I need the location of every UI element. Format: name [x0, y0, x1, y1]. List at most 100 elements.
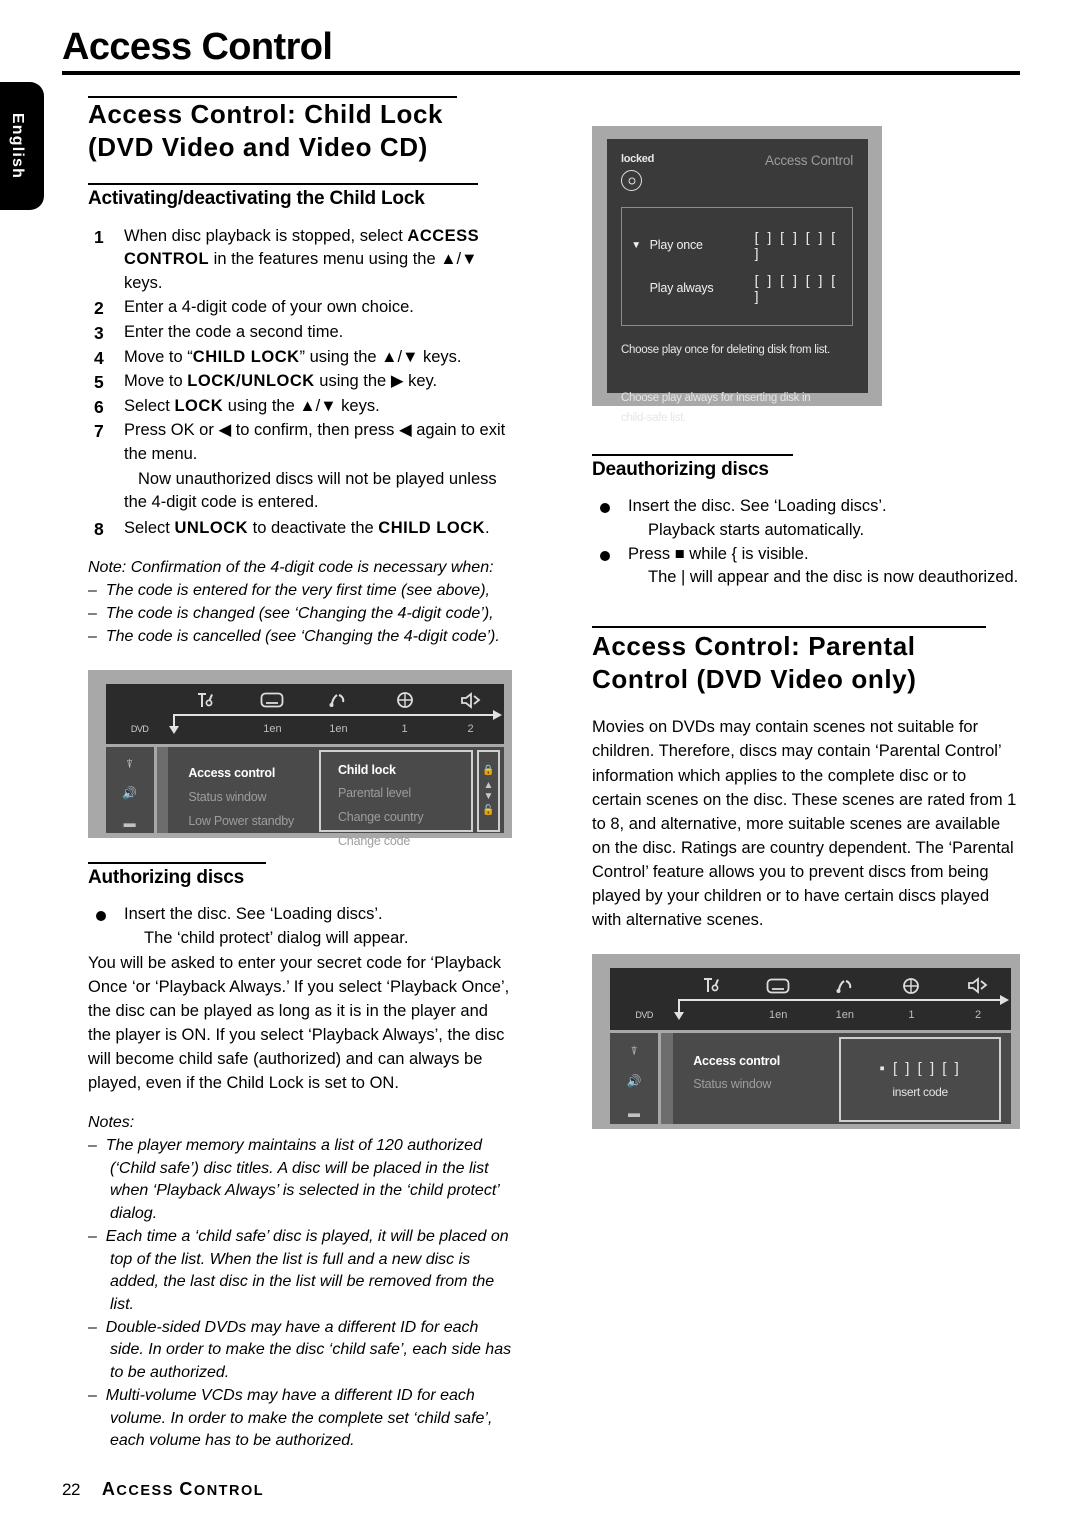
play-once-code-field[interactable]: [ ] [ ] [ ] [ ] — [755, 229, 843, 261]
child-protect-dialog-screenshot: locked Access Control ▼ Play once [ ] [ … — [592, 126, 882, 424]
step-item: Move to “CHILD LOCK” using the ▲/▼ keys. — [94, 346, 462, 371]
confirmation-note-item: The code is changed (see ‘Changing the 4… — [88, 603, 512, 626]
menu-value: 1 — [401, 723, 408, 736]
insert-code-label: insert code — [892, 1085, 948, 1100]
menu-value: 1en — [769, 1009, 788, 1022]
setup-menu-screenshot: DVD 1en 1en 1 2 ⍒ 🔊 ▬ Access control Status w… — [88, 670, 512, 848]
child-lock-heading: Access Control: Child Lock (DVD Video an… — [88, 98, 512, 163]
authorizing-notes: Notes: The player memory maintains a lis… — [88, 1112, 512, 1453]
left-column: Access Control: Child Lock (DVD Video an… — [88, 96, 512, 1453]
authorizing-subsection: Authorizing discs — [88, 862, 512, 891]
confirmation-note-item: The code is entered for the very first t… — [88, 580, 512, 603]
deauthorizing-bullet-two: Press ■ while { is visible. — [592, 543, 1020, 567]
child-lock-heading-line1: Access Control: Child Lock — [88, 99, 444, 129]
setup-menu-middle-pane: Access control Status window Low Power sta… — [168, 746, 504, 848]
authorizing-notes-heading: Notes: — [88, 1114, 135, 1132]
menu-item[interactable]: Child lock — [338, 759, 471, 783]
disc-type-cell — [106, 686, 174, 715]
pane-divider — [156, 746, 169, 834]
code-menu-middle-pane: Access control Status window ▪ [ ] [ ] [ … — [673, 1033, 1012, 1124]
step-item: Enter the code a second time. — [94, 321, 344, 346]
menu-value: 2 — [975, 1009, 982, 1022]
play-always-label: Play always — [649, 281, 714, 296]
deauthorizing-bullet-one: Insert the disc. See ‘Loading discs’. — [592, 495, 1020, 519]
page-title: Access Control — [62, 26, 333, 68]
playback-option-row[interactable]: ▼ Play once [ ] [ ] [ ] [ ] — [631, 229, 842, 261]
page-footer: 22 ACCESS CONTROL — [62, 1479, 264, 1500]
activating-rule — [88, 183, 479, 185]
disc-eject-icon: ⍒ — [630, 1044, 638, 1059]
code-menu-values: DVD 1en 1en 1 2 — [610, 1003, 1011, 1028]
tools-icon — [678, 971, 745, 1001]
lock-status-label: locked — [621, 153, 655, 166]
activating-subsection: Activating/deactivating the Child Lock — [88, 183, 512, 212]
playback-option-row[interactable]: Play always [ ] [ ] [ ] [ ] — [631, 272, 842, 304]
code-menu-left-pane: ⍒ 🔊 ▬ — [609, 1033, 662, 1124]
setup-menu-iconbar: DVD 1en 1en 1 2 — [105, 683, 504, 746]
playback-options-box: ▼ Play once [ ] [ ] [ ] [ ] Play always … — [621, 207, 853, 327]
play-once-label: Play once — [649, 238, 703, 253]
code-entry-boxes[interactable]: ▪ [ ] [ ] [ ] — [879, 1060, 960, 1077]
setup-menu-values: DVD 1en 1en 1 2 — [106, 717, 504, 741]
angle-icon — [372, 686, 438, 715]
lock-icon: 🔒 — [482, 765, 495, 777]
deauthorizing-rule — [592, 454, 794, 456]
parental-control-rule — [592, 626, 986, 629]
step-item: Select UNLOCK to deactivate the CHILD LO… — [94, 517, 490, 542]
menu-item[interactable]: Change country — [338, 806, 471, 830]
disc-type-label: DVD — [130, 724, 149, 735]
deauthorizing-bullet-two-sub: The | will appear and the disc is now de… — [648, 568, 1019, 587]
dialog-hint-two-line1: Choose play always for inserting disk in — [621, 391, 811, 404]
display-icon: ▬ — [123, 815, 136, 830]
step-item: Enter a 4-digit code of your own choice. — [94, 296, 414, 321]
up-down-arrows-icon: ▲ ▼ — [483, 779, 494, 802]
step-item: Press OK or ◀ to confirm, then press ◀ a… — [94, 419, 506, 464]
menu-progress-line — [678, 995, 1010, 1006]
setup-menu-scroll-column[interactable]: 🔒 ▲ ▼ 🔓 — [476, 749, 501, 832]
setup-menu-left-pane: ⍒ 🔊 ▬ — [105, 746, 157, 834]
parental-heading-line2: Control (DVD Video only) — [592, 663, 917, 694]
authorizing-note-item: Double-sided DVDs may have a different I… — [88, 1317, 512, 1385]
authorizing-paragraph: You will be asked to enter your secret c… — [88, 953, 510, 1093]
dialog-hint-one: Choose play once for deleting disk from … — [621, 343, 830, 356]
deauthorizing-subsection: Deauthorizing discs — [592, 454, 1020, 483]
authorizing-heading: Authorizing discs — [88, 867, 244, 889]
disc-icon — [621, 170, 642, 192]
authorizing-rule — [88, 862, 267, 865]
child-lock-heading-line2: (DVD Video and Video CD) — [88, 131, 428, 162]
menu-value: 1en — [329, 723, 348, 736]
selection-marker-icon: ▼ — [631, 239, 641, 251]
subtitle-icon — [745, 971, 812, 1001]
activating-subheading: Activating/deactivating the Child Lock — [88, 188, 425, 209]
deauthorizing-heading: Deauthorizing discs — [592, 459, 769, 480]
play-always-code-field[interactable]: [ ] [ ] [ ] [ ] — [755, 272, 843, 304]
setup-menu-right-pane: Child lock Parental level Change country Ch… — [319, 749, 474, 848]
speaker-icon: 🔊 — [122, 785, 138, 800]
menu-value: 1en — [263, 723, 282, 736]
display-icon: ▬ — [628, 1105, 641, 1120]
parental-heading-line1: Access Control: Parental — [592, 631, 916, 662]
pane-divider — [661, 1033, 674, 1124]
subtitle-icon — [239, 686, 305, 715]
insert-code-panel[interactable]: ▪ [ ] [ ] [ ] insert code — [838, 1037, 1002, 1123]
menu-value: 1 — [908, 1009, 915, 1022]
menu-progress-line — [173, 709, 502, 720]
disc-eject-icon: ⍒ — [126, 756, 134, 771]
menu-item[interactable]: Change code — [338, 830, 471, 854]
authorizing-bullet-sub: The ‘child protect’ dialog will appear. — [144, 928, 409, 947]
step7-note-text: Now unauthorized discs will not be playe… — [124, 469, 497, 512]
step-item: When disc playback is stopped, select AC… — [94, 225, 480, 292]
disc-type-cell-2 — [610, 971, 678, 1001]
language-tab: English — [0, 82, 44, 210]
step-item: Select LOCK using the ▲/▼ keys. — [94, 395, 380, 420]
language-tab-label: English — [9, 112, 26, 180]
parental-control-paragraph: Movies on DVDs may contain scenes not su… — [592, 718, 1017, 929]
tools-icon — [173, 686, 239, 715]
menu-value: 1en — [835, 1009, 854, 1022]
speaker-icon: 🔊 — [626, 1074, 642, 1089]
child-lock-steps-cont: Select UNLOCK to deactivate the CHILD LO… — [88, 517, 512, 542]
audio-language-icon — [812, 971, 879, 1001]
confirmation-notes: Note: Confirmation of the 4-digit code i… — [88, 557, 512, 648]
menu-item[interactable]: Parental level — [338, 782, 471, 806]
parental-control-heading: Access Control: Parental Control (DVD Vi… — [592, 630, 1020, 695]
